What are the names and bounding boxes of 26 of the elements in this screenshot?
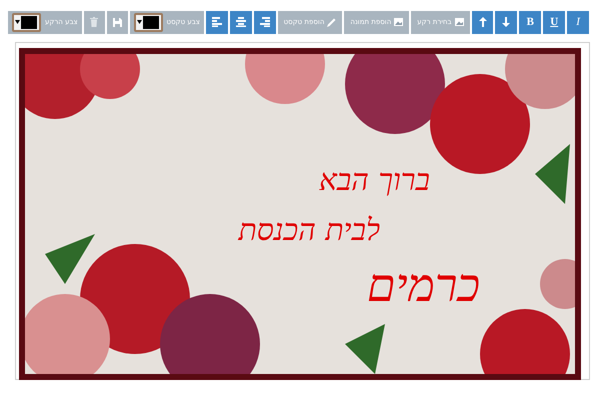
align-right-icon — [260, 17, 270, 27]
format-button[interactable]: I — [567, 10, 589, 34]
pencil-icon — [327, 18, 336, 26]
caret-icon — [136, 20, 142, 24]
color-picker[interactable] — [12, 12, 41, 32]
arrow-down-icon — [501, 17, 512, 27]
format-button[interactable]: B — [519, 10, 542, 34]
align-left-icon — [212, 17, 222, 27]
color-picker[interactable] — [134, 12, 163, 32]
arrow-up-icon — [478, 17, 488, 27]
arrow-up-button[interactable] — [472, 10, 494, 34]
image-icon — [454, 18, 464, 26]
save-button[interactable] — [106, 10, 128, 34]
image-icon — [394, 18, 404, 26]
caret-icon — [14, 20, 20, 24]
trash-icon — [90, 17, 98, 27]
card-text[interactable]: כרמים — [366, 262, 480, 308]
delete-button[interactable] — [84, 10, 105, 34]
arrow-down-button[interactable] — [495, 10, 518, 34]
card-text[interactable]: לבית הכנסת — [238, 216, 380, 246]
card-text[interactable]: ברוך הבא — [318, 166, 430, 196]
align-right-button[interactable] — [254, 10, 276, 34]
align-center-button[interactable] — [230, 10, 252, 34]
format-button[interactable]: U — [543, 10, 566, 34]
align-center-icon — [236, 17, 246, 27]
align-left-button[interactable] — [206, 10, 228, 34]
